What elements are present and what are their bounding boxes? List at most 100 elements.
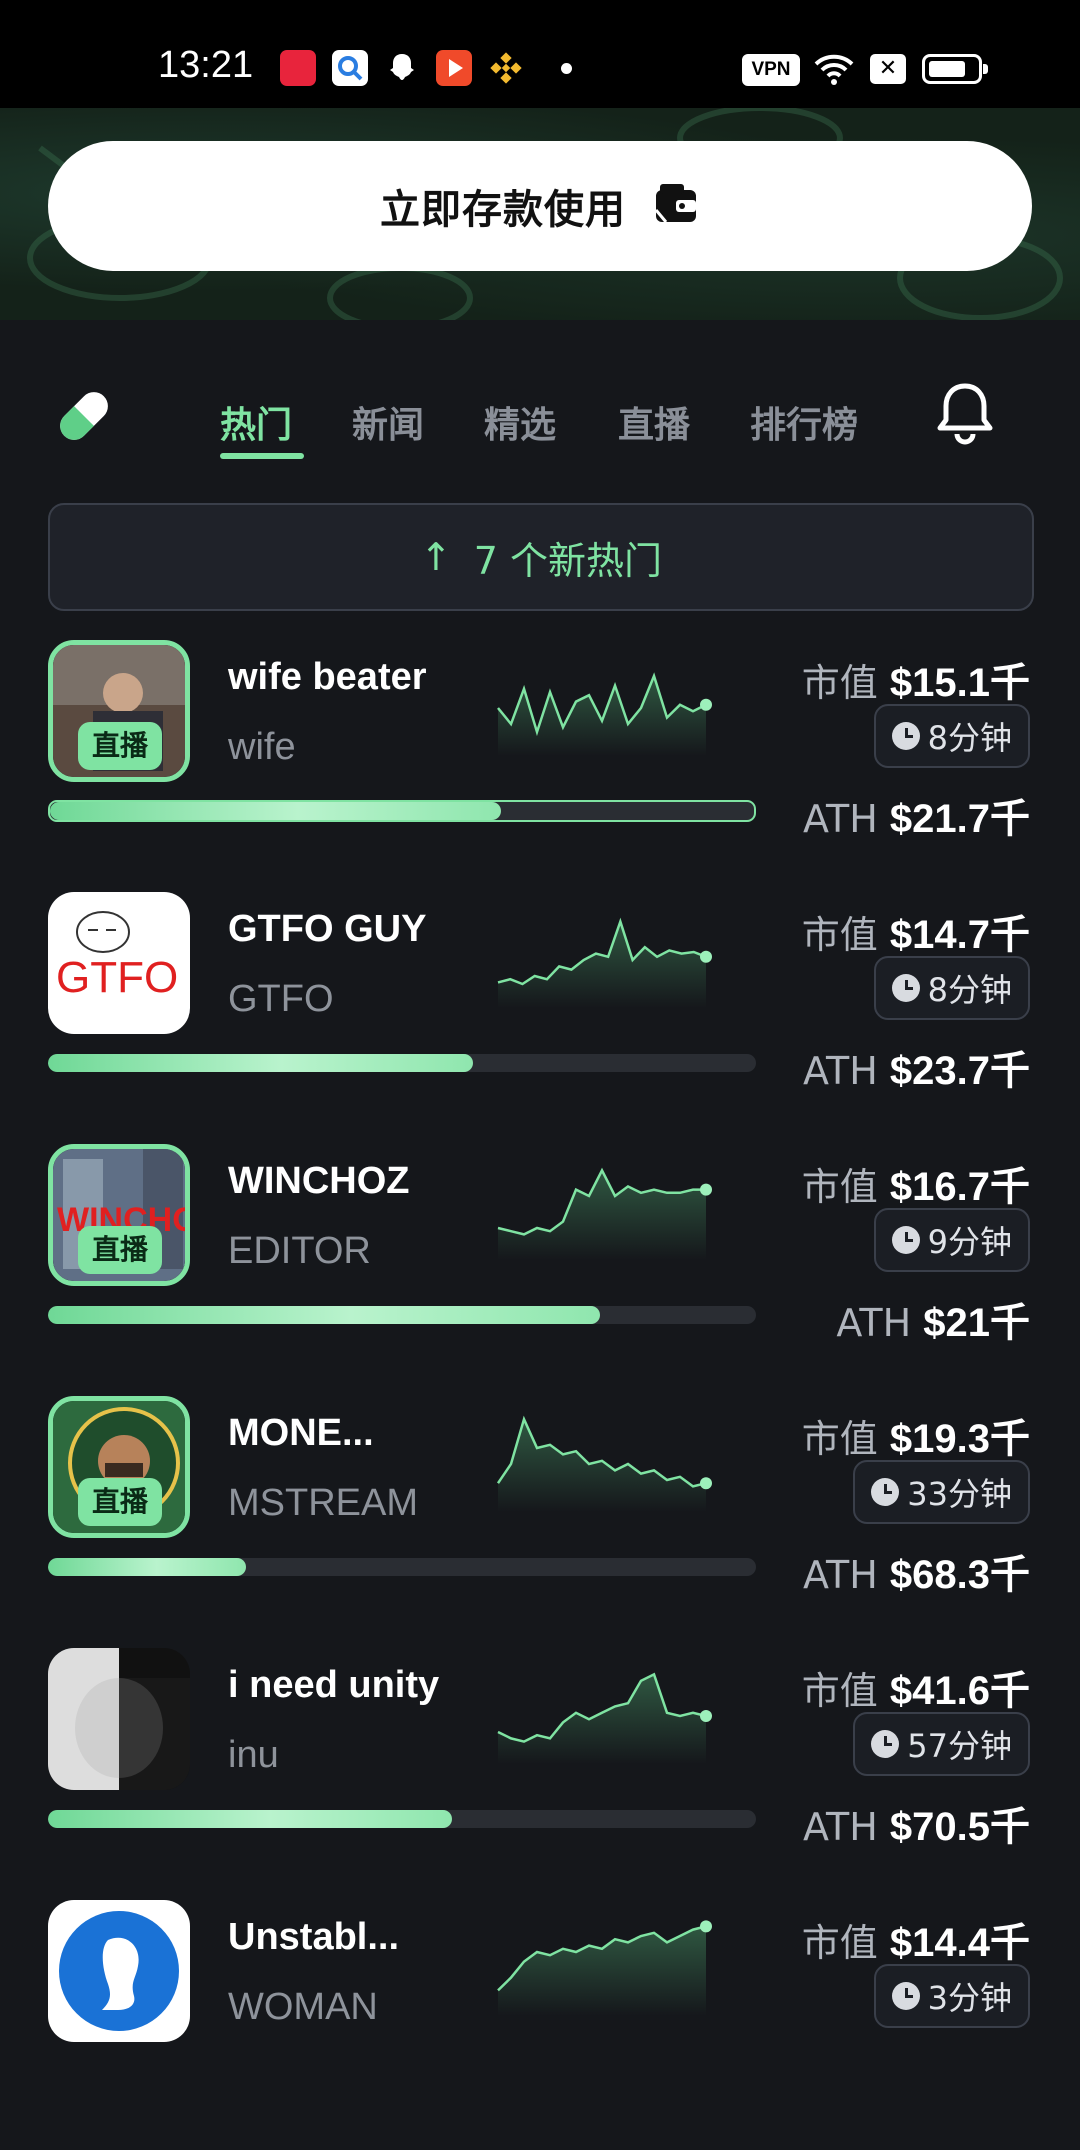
- arrow-up-icon: ↑: [419, 535, 452, 579]
- sparkline-area: [498, 1674, 706, 1764]
- token-name: WINCHOZ: [228, 1160, 410, 1202]
- age-badge: 3分钟: [873, 1964, 1030, 2028]
- market-cap-label: 市值: [801, 1921, 878, 1965]
- age-value: 3分钟: [927, 1979, 1012, 2017]
- token-name: MONE...: [228, 1412, 374, 1454]
- age-badge: 9分钟: [873, 1208, 1030, 1272]
- token-row[interactable]: WINCHOZ 直播 WINCHOZ EDITOR 市值 $16.7千 9分钟 …: [0, 1144, 1080, 1394]
- token-name: wife beater: [228, 656, 427, 698]
- bonding-progress-bar: [48, 1810, 756, 1828]
- video-app-icon: [436, 50, 472, 86]
- tab-leaderboard[interactable]: 排行榜: [750, 396, 858, 448]
- notification-bell-icon[interactable]: [934, 380, 996, 450]
- token-ticker: EDITOR: [228, 1230, 371, 1272]
- sim-disabled-icon: ✕: [870, 54, 906, 84]
- tab-news[interactable]: 新闻: [352, 396, 424, 448]
- bonding-progress-bar: [48, 800, 756, 822]
- progress-fill: [48, 1306, 601, 1324]
- new-hot-banner[interactable]: ↑ 7 个新热门: [48, 503, 1034, 611]
- clock-icon: [891, 974, 920, 1002]
- sparkline-area: [498, 1170, 706, 1260]
- progress-fill: [50, 802, 501, 820]
- ath-value: $70.5千: [889, 1805, 1030, 1849]
- search-app-icon: [332, 50, 368, 86]
- progress-fill: [48, 1558, 247, 1576]
- age-value: 57分钟: [907, 1727, 1012, 1765]
- age-value: 8分钟: [927, 971, 1012, 1009]
- market-cap-label: 市值: [801, 1417, 878, 1461]
- age-badge: 8分钟: [873, 956, 1030, 1020]
- price-sparkline: [497, 1672, 712, 1764]
- market-cap-label: 市值: [801, 1165, 878, 1209]
- snapchat-icon: [384, 50, 420, 86]
- token-name: i need unity: [228, 1664, 440, 1706]
- ath-label: ATH: [802, 1553, 878, 1597]
- token-ticker: GTFO: [228, 978, 334, 1020]
- token-avatar: [48, 1648, 190, 1790]
- token-ticker: MSTREAM: [228, 1482, 418, 1524]
- new-hot-label: 7 个新热门: [473, 538, 663, 583]
- sparkline-endpoint: [700, 1477, 712, 1490]
- sparkline-endpoint: [700, 950, 712, 963]
- live-badge: 直播: [78, 722, 162, 770]
- tab-live[interactable]: 直播: [618, 396, 690, 448]
- deposit-button[interactable]: 立即存款使用: [48, 141, 1032, 271]
- ath: ATH $23.7千: [803, 1038, 1030, 1096]
- binance-icon: [488, 50, 524, 86]
- ath-label: ATH: [802, 1049, 878, 1093]
- bonding-progress-bar: [48, 1054, 756, 1072]
- market-cap-value: $14.4千: [889, 1921, 1030, 1965]
- tab-hot[interactable]: 热门: [220, 396, 292, 448]
- ath-value: $21千: [923, 1301, 1030, 1345]
- live-badge: 直播: [78, 1226, 162, 1274]
- token-row[interactable]: GTFO GTFO GUY GTFO 市值 $14.7千 8分钟 ATH $23…: [0, 892, 1080, 1142]
- clock-icon: [891, 722, 920, 750]
- wallet-icon: [652, 182, 700, 230]
- token-ticker: wife: [228, 726, 296, 768]
- market-cap-value: $41.6千: [889, 1669, 1030, 1713]
- xiaohongshu-icon: [280, 50, 316, 86]
- price-sparkline: [497, 672, 712, 756]
- age-badge: 8分钟: [873, 704, 1030, 768]
- ath-value: $68.3千: [889, 1553, 1030, 1597]
- age-badge: 33分钟: [853, 1460, 1030, 1524]
- status-bar: 13:21 VPN ✕: [0, 0, 1080, 108]
- clock-icon: [871, 1730, 900, 1758]
- ath: ATH $70.5千: [803, 1794, 1030, 1852]
- notification-dot: [561, 63, 572, 74]
- market-cap-label: 市值: [801, 913, 878, 957]
- sparkline-area: [498, 921, 706, 1008]
- active-tab-indicator: [220, 453, 304, 459]
- token-avatar: [48, 1900, 190, 2042]
- sparkline-endpoint: [700, 1920, 712, 1933]
- age-badge: 57分钟: [853, 1712, 1030, 1776]
- deposit-label: 立即存款使用: [380, 187, 626, 233]
- progress-fill: [48, 1054, 473, 1072]
- wifi-icon: [812, 50, 856, 90]
- price-sparkline: [497, 1167, 712, 1260]
- ath: ATH $68.3千: [803, 1542, 1030, 1600]
- market-cap-label: 市值: [801, 661, 878, 705]
- market-cap: 市值 $41.6千: [802, 1658, 1030, 1716]
- ath: ATH $21.7千: [803, 786, 1030, 844]
- clock-icon: [871, 1478, 900, 1506]
- price-sparkline: [496, 1415, 712, 1512]
- progress-fill: [48, 1810, 452, 1828]
- market-cap-value: $16.7千: [889, 1165, 1030, 1209]
- sparkline-endpoint: [700, 1183, 712, 1196]
- token-row[interactable]: 直播 wife beater wife 市值 $15.1千 8分钟 ATH $2…: [0, 640, 1080, 890]
- live-badge: 直播: [78, 1478, 162, 1526]
- price-sparkline: [497, 1920, 712, 2016]
- market-cap: 市值 $15.1千: [802, 650, 1030, 708]
- token-ticker: WOMAN: [228, 1986, 378, 2028]
- token-row[interactable]: i need unity inu 市值 $41.6千 57分钟 ATH $70.…: [0, 1648, 1080, 1898]
- svg-text:GTFO: GTFO: [56, 953, 178, 1002]
- tab-featured[interactable]: 精选: [484, 396, 556, 448]
- ath-value: $21.7千: [889, 797, 1030, 841]
- token-row[interactable]: 直播 MONE... MSTREAM 市值 $19.3千 33分钟 ATH $6…: [0, 1396, 1080, 1646]
- token-name: GTFO GUY: [228, 908, 427, 950]
- market-cap-value: $19.3千: [889, 1417, 1030, 1461]
- market-cap: 市值 $14.4千: [802, 1910, 1030, 1968]
- market-cap: 市值 $14.7千: [802, 902, 1030, 960]
- token-row[interactable]: Unstabl... WOMAN 市值 $14.4千 3分钟: [0, 1900, 1080, 2150]
